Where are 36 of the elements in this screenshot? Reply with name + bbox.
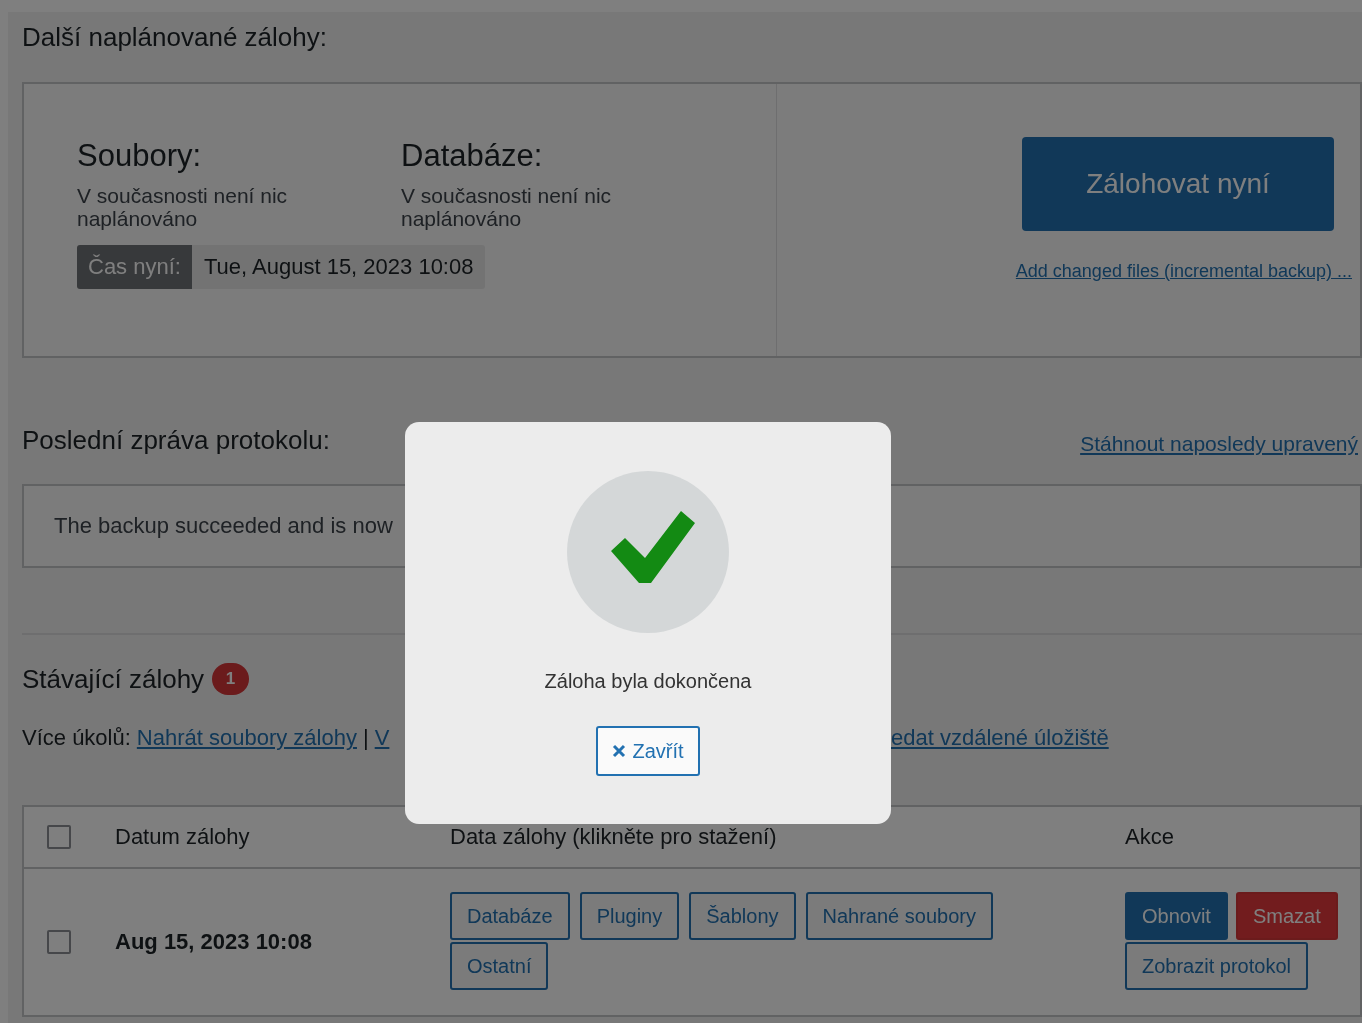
action-button[interactable]: Zobrazit protokol xyxy=(1125,942,1308,990)
schedule-status: V současnosti není nic naplánováno xyxy=(401,184,613,230)
download-button[interactable]: Ostatní xyxy=(450,942,549,990)
modal-message: Záloha byla dokončena xyxy=(544,670,752,693)
success-check-icon xyxy=(567,471,729,633)
checkbox[interactable] xyxy=(47,930,71,954)
schedule-label: Databáze: xyxy=(401,138,544,174)
count-badge: 1 xyxy=(212,663,250,695)
column-header: Datum zálohy xyxy=(115,824,250,849)
task-link[interactable]: V xyxy=(374,725,390,751)
column-header: Data zálohy (klikněte pro stažení) xyxy=(450,824,777,849)
close-icon xyxy=(612,744,627,758)
close-button[interactable]: Zavřít xyxy=(596,726,700,776)
tasks-label: Více úkolů: xyxy=(22,725,131,751)
download-button[interactable]: Pluginy xyxy=(579,892,680,940)
section-heading: Poslední zpráva protokolu: xyxy=(22,425,330,456)
schedule-status: V současnosti není nic naplánováno xyxy=(77,184,289,230)
time-label: Čas nyní: xyxy=(77,245,192,289)
section-heading: Stávající zálohy xyxy=(22,663,205,695)
incremental-backup-link[interactable]: Add changed files (incremental backup) ... xyxy=(1015,261,1352,282)
section-heading: Další naplánované zálohy: xyxy=(22,22,327,52)
download-button[interactable]: Databáze xyxy=(450,892,570,940)
schedule-label: Soubory: xyxy=(77,138,203,174)
time-value: Tue, August 15, 2023 10:08 xyxy=(202,254,475,280)
task-link[interactable]: edat vzdálené úložiště xyxy=(891,725,1109,751)
column-header: Akce xyxy=(1125,824,1174,849)
backup-date: Aug 15, 2023 10:08 xyxy=(115,929,312,954)
separator: | xyxy=(362,725,369,751)
task-link[interactable]: Nahrát soubory zálohy xyxy=(136,725,357,751)
download-log-link[interactable]: Stáhnout naposledy upravený xyxy=(1080,432,1358,456)
download-button[interactable]: Šablony xyxy=(689,892,796,940)
action-button[interactable]: Obnovit xyxy=(1125,892,1228,940)
download-button[interactable]: Nahrané soubory xyxy=(805,892,993,940)
action-button[interactable]: Smazat xyxy=(1235,892,1338,940)
checkbox[interactable] xyxy=(47,825,71,849)
backup-now-button[interactable]: Zálohovat nyní xyxy=(1022,137,1334,231)
